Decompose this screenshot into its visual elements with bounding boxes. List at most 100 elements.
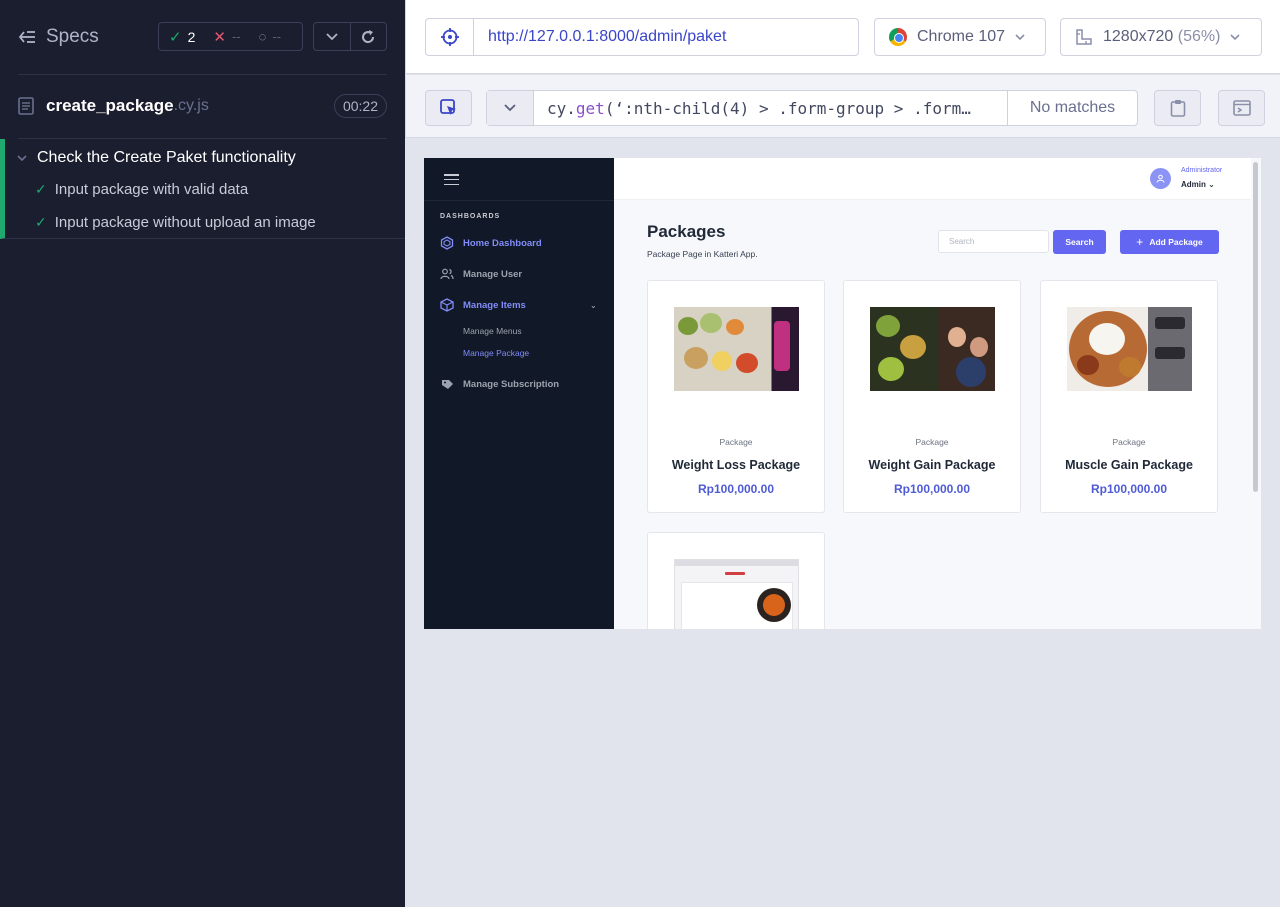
- check-icon: ✓: [35, 181, 47, 197]
- cursor-select-icon: [439, 99, 456, 115]
- spec-name: create_package: [46, 96, 174, 115]
- divider: [18, 74, 387, 75]
- sidebar-item-manage-user[interactable]: Manage User: [440, 267, 522, 281]
- sidebar-item-home-dashboard[interactable]: Home Dashboard: [440, 236, 542, 250]
- sidebar-item-manage-subscription[interactable]: Manage Subscription: [440, 377, 559, 391]
- app-preview: DASHBOARDS Home Dashboard Manage User Ma…: [424, 158, 1261, 629]
- chevron-down-icon: [326, 32, 338, 40]
- user-name: Admin: [1181, 180, 1206, 189]
- user-role: Administrator: [1181, 167, 1223, 174]
- package-price: Rp100,000.00: [893, 482, 971, 496]
- rerun-button[interactable]: [351, 23, 387, 50]
- chevron-down-icon: [1230, 33, 1241, 40]
- dashboard-icon: [440, 236, 454, 250]
- sidebar-item-label: Manage Subscription: [463, 378, 560, 390]
- page-title: Packages: [647, 222, 726, 241]
- package-price: Rp100,000.00: [1090, 482, 1168, 496]
- box-icon: [440, 298, 454, 312]
- package-image: [1067, 307, 1192, 391]
- check-icon: ✓: [35, 214, 47, 230]
- add-package-label: Add Package: [1149, 237, 1203, 247]
- test-stats: ✓ 2 ✕ -- ◌ --: [158, 22, 303, 51]
- test-item[interactable]: ✓ Input package with valid data: [35, 181, 248, 198]
- add-package-button[interactable]: + Add Package: [1120, 230, 1219, 254]
- user-avatar[interactable]: [1150, 168, 1171, 189]
- clipboard-icon: [1170, 100, 1185, 117]
- ruler-icon: [1076, 29, 1092, 45]
- command-function: get: [575, 98, 605, 118]
- user-icon: [1156, 174, 1165, 183]
- check-icon: ✓: [169, 28, 182, 46]
- app-sidebar: DASHBOARDS Home Dashboard Manage User Ma…: [424, 158, 614, 629]
- viewport-info[interactable]: 1280x720 (56%): [1060, 18, 1262, 56]
- browser-label: Chrome 107: [917, 28, 1006, 45]
- sidebar-subitem-manage-package[interactable]: Manage Package: [463, 348, 529, 358]
- package-card[interactable]: Package Weight Gain Package Rp100,000.00: [843, 280, 1021, 513]
- package-type: Package: [1112, 437, 1146, 447]
- test-suite: Check the Create Paket functionality ✓ I…: [0, 139, 405, 239]
- selector-playground-toggle[interactable]: [426, 19, 474, 55]
- url-bar: http://127.0.0.1:8000/admin/paket: [425, 18, 859, 56]
- package-card[interactable]: Package Weight Loss Package Rp100,000.00: [647, 280, 825, 513]
- pending-stat: ◌ --: [259, 29, 281, 44]
- chevron-down-icon: [17, 154, 27, 161]
- sidebar-subitem-manage-menus[interactable]: Manage Menus: [463, 326, 522, 336]
- reporter-controls: [313, 22, 387, 51]
- failed-count: --: [231, 29, 241, 44]
- runner-topbar: http://127.0.0.1:8000/admin/paket Chrome…: [405, 0, 1280, 74]
- search-button[interactable]: Search: [1053, 230, 1106, 254]
- package-price: Rp100,000.00: [697, 482, 775, 496]
- selector-playground: cy. get (‘:nth-child(4) > .form-group > .f…: [405, 75, 1280, 138]
- suite-header[interactable]: Check the Create Paket functionality: [17, 149, 296, 167]
- test-title: Input package without upload an image: [54, 214, 316, 231]
- console-icon: [1232, 100, 1251, 116]
- expand-toggle-button[interactable]: [314, 23, 351, 50]
- user-menu[interactable]: Admin ⌄: [1181, 180, 1215, 189]
- package-name: Weight Loss Package: [671, 458, 801, 472]
- specs-label: Specs: [46, 26, 99, 47]
- sidebar-item-label: Manage User: [463, 268, 523, 280]
- divider: [424, 200, 614, 201]
- package-image: [870, 307, 995, 391]
- package-card[interactable]: [647, 532, 825, 629]
- suite-title: Check the Create Paket functionality: [37, 149, 296, 166]
- copy-button[interactable]: [1154, 90, 1201, 126]
- search-input[interactable]: Search: [938, 230, 1049, 253]
- selector-method-dropdown[interactable]: [487, 91, 534, 125]
- sidebar-item-label: Manage Items: [463, 299, 526, 311]
- test-item[interactable]: ✓ Input package without upload an image: [35, 214, 316, 231]
- app-header: Administrator Admin ⌄: [614, 158, 1251, 200]
- chevron-down-icon: ⌄: [1208, 180, 1215, 189]
- sidebar-item-manage-items[interactable]: Manage Items ⌄: [440, 298, 597, 312]
- package-type: Package: [915, 437, 949, 447]
- viewport-size: 1280x720: [1103, 28, 1174, 45]
- package-type: Package: [719, 437, 753, 447]
- browser-selector[interactable]: Chrome 107: [874, 18, 1046, 56]
- command-prefix: cy.: [547, 98, 576, 118]
- page-subtitle: Package Page in Katteri App.: [647, 249, 758, 259]
- app-scrollbar[interactable]: [1253, 162, 1258, 492]
- pending-count: --: [272, 29, 282, 44]
- cross-icon: ✕: [213, 28, 226, 46]
- package-card[interactable]: Package Muscle Gain Package Rp100,000.00: [1040, 280, 1218, 513]
- print-to-console-button[interactable]: [1218, 90, 1265, 126]
- test-title: Input package with valid data: [54, 181, 249, 198]
- sidebar-section-label: DASHBOARDS: [440, 213, 501, 220]
- hamburger-menu-icon[interactable]: [444, 174, 459, 185]
- refresh-icon: [362, 29, 375, 43]
- element-picker-button[interactable]: [425, 90, 472, 126]
- passed-count: 2: [187, 28, 196, 45]
- url-text[interactable]: http://127.0.0.1:8000/admin/paket: [474, 19, 726, 55]
- spec-file-row[interactable]: create_package .cy.js 00:22: [18, 90, 387, 122]
- zoom-level: (56%): [1177, 28, 1221, 45]
- passed-stat: ✓ 2: [169, 28, 195, 46]
- chevron-down-icon: ⌄: [590, 300, 597, 310]
- package-name: Weight Gain Package: [868, 458, 996, 472]
- package-image: [674, 559, 799, 629]
- selector-input-group: cy. get (‘:nth-child(4) > .form-group > .f…: [486, 90, 1138, 126]
- file-icon: [18, 97, 34, 115]
- selector-command-input[interactable]: cy. get (‘:nth-child(4) > .form-group > .f…: [534, 91, 1008, 125]
- package-name: Muscle Gain Package: [1065, 458, 1193, 472]
- spec-duration: 00:22: [333, 94, 387, 118]
- specs-button[interactable]: Specs: [18, 26, 99, 48]
